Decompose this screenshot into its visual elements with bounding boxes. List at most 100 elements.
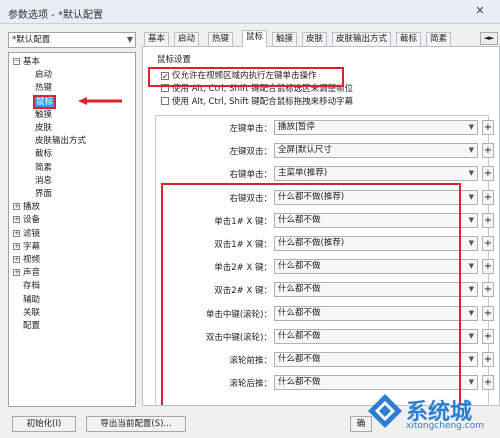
chevron-down-icon: ▼	[468, 355, 474, 363]
add-button[interactable]: +	[482, 143, 494, 159]
tree-item[interactable]: + 字幕	[13, 242, 40, 253]
tree-item-label: 设备	[23, 215, 41, 226]
chevron-down-icon: ▼	[468, 378, 474, 387]
tree-item[interactable]: 存档	[23, 281, 40, 292]
tree-item-label: 简素	[35, 162, 53, 173]
add-button[interactable]: +	[482, 189, 494, 205]
tree-item-label: 配置	[23, 321, 41, 331]
tree-item[interactable]: + 播放	[13, 202, 40, 213]
expand-icon[interactable]: +	[13, 269, 20, 277]
action-select[interactable]: 主菜单(推荐) ▼	[274, 166, 478, 182]
tab-2[interactable]: 启动	[174, 32, 200, 46]
chevron-down-icon: ▼	[468, 123, 474, 131]
tree-item[interactable]: + 视频	[13, 255, 40, 266]
tab-1[interactable]: 基本	[144, 32, 170, 46]
chevron-down-icon: ▼	[468, 262, 474, 271]
tree-item[interactable]: 配置	[23, 321, 40, 332]
tab-5[interactable]: 触摸	[272, 32, 298, 46]
tree-item[interactable]: 触摸	[35, 110, 52, 121]
add-button[interactable]: +	[482, 212, 494, 228]
add-button[interactable]: +	[482, 375, 494, 391]
action-label: 左键双击：	[229, 147, 272, 158]
chevron-down-icon: ▼	[468, 331, 474, 340]
tree-item[interactable]: 消息	[35, 176, 52, 187]
tree-item[interactable]: 启动	[35, 70, 52, 81]
tab-9[interactable]: 简素	[426, 32, 452, 46]
tab-8[interactable]: 截标	[396, 32, 422, 46]
group-label: 鼠标设置	[157, 55, 192, 65]
action-select[interactable]: 播放|暂停 ▼	[274, 120, 478, 135]
add-button[interactable]: +	[482, 259, 494, 275]
expand-icon[interactable]: +	[13, 229, 20, 237]
export-config-button[interactable]: 导出当前配置(S)...	[86, 416, 186, 432]
tree-item[interactable]: 关联	[23, 308, 40, 319]
tab-scroll-arrows[interactable]: ◄►	[480, 32, 498, 45]
tree-item[interactable]: − 基本	[13, 57, 40, 68]
chevron-down-icon: ▼	[468, 146, 474, 155]
tree-item-label: 基本	[23, 57, 41, 67]
expand-icon[interactable]: +	[13, 242, 20, 250]
chevron-down-icon: ▼	[468, 192, 474, 201]
add-button[interactable]: +	[482, 305, 494, 321]
add-button[interactable]: +	[482, 166, 494, 182]
add-button[interactable]: +	[482, 236, 494, 251]
preset-select[interactable]: *默认配置 ▼	[8, 32, 136, 48]
tree-item[interactable]: 截标	[35, 149, 52, 160]
tree-item[interactable]: 辅助	[23, 295, 40, 306]
tree-item[interactable]: 皮肤输出方式	[35, 136, 86, 147]
chevron-down-icon: ▼	[468, 169, 474, 178]
chevron-down-icon: ▼	[126, 35, 133, 44]
close-icon[interactable]: ✕	[466, 3, 494, 19]
tab-7[interactable]: 皮肤输出方式	[332, 32, 392, 46]
window-title: 参数选项 - *默认配置	[8, 10, 103, 21]
action-value: 主菜单(推荐)	[278, 168, 328, 179]
add-button[interactable]: +	[482, 328, 494, 344]
highlight-box-checkbox	[148, 67, 344, 87]
checkbox-label: 使用 Alt, Ctrl, Shift 键配合鼠标拖拽来移动字幕	[172, 97, 354, 107]
action-label: 左键单击：	[229, 124, 272, 134]
tree-item-label: 皮肤输出方式	[35, 136, 87, 147]
add-button[interactable]: +	[482, 120, 494, 135]
tree-item-label: 热键	[35, 83, 53, 94]
tab-6[interactable]: 皮肤	[302, 32, 328, 46]
init-button[interactable]: 初始化(I)	[12, 416, 76, 432]
tree-item-label: 消息	[35, 175, 53, 186]
tree-item[interactable]: 简素	[35, 163, 52, 174]
tree-item[interactable]: + 声音	[13, 268, 40, 279]
watermark: 系统城 xitongcheng.com	[366, 392, 496, 436]
action-row: 左键单击： 播放|暂停 ▼ +	[156, 117, 494, 139]
option-checkbox[interactable]: 使用 Alt, Ctrl, Shift 键配合鼠标拖拽来移动字幕	[161, 97, 353, 108]
tree-item[interactable]: 鼠标	[32, 94, 57, 109]
settings-tree[interactable]: − 基本 启动 热键 鼠标 触摸 皮肤 皮肤输出方式 截标 简素 消息 界面 + 播放 + 设备 + 滤镜 + 字幕 +…	[8, 52, 136, 407]
tab-4[interactable]: 鼠标	[242, 30, 268, 47]
tree-item-label: 存档	[23, 281, 41, 292]
expand-icon[interactable]: +	[13, 203, 20, 211]
expand-icon[interactable]: +	[13, 216, 20, 224]
tree-item[interactable]: 皮肤	[35, 123, 52, 134]
action-value: 全屏|默认尺寸	[278, 145, 332, 156]
tree-item-label: 关联	[23, 307, 41, 318]
collapse-icon[interactable]: −	[13, 58, 20, 65]
action-row: 左键双击： 全屏|默认尺寸 ▼ +	[156, 140, 494, 162]
tree-item-label: 触摸	[35, 109, 53, 120]
chevron-down-icon: ▼	[468, 239, 474, 247]
add-button[interactable]: +	[482, 352, 494, 367]
tree-item[interactable]: + 滤镜	[13, 229, 40, 240]
add-button[interactable]: +	[482, 282, 494, 298]
tree-item[interactable]: + 设备	[13, 215, 40, 226]
title-bar: 参数选项 - *默认配置 ✕	[0, 0, 500, 24]
chevron-down-icon: ▼	[468, 215, 474, 224]
tree-item-label: 辅助	[23, 294, 41, 305]
tree-item-label: 滤镜	[23, 228, 41, 239]
highlight-box-rows	[161, 183, 461, 405]
action-select[interactable]: 全屏|默认尺寸 ▼	[274, 143, 478, 159]
tree-item[interactable]: 热键	[35, 83, 52, 94]
tab-3[interactable]: 热键	[208, 32, 234, 46]
tree-item-label: 皮肤	[35, 123, 53, 133]
tree-item[interactable]: 界面	[35, 189, 52, 200]
tree-item-label: 鼠标	[32, 94, 57, 109]
tree-item-label: 界面	[35, 189, 53, 199]
expand-icon[interactable]: +	[13, 256, 20, 263]
action-label: 右键单击：	[229, 170, 272, 181]
checkbox-empty-icon[interactable]	[161, 97, 169, 105]
